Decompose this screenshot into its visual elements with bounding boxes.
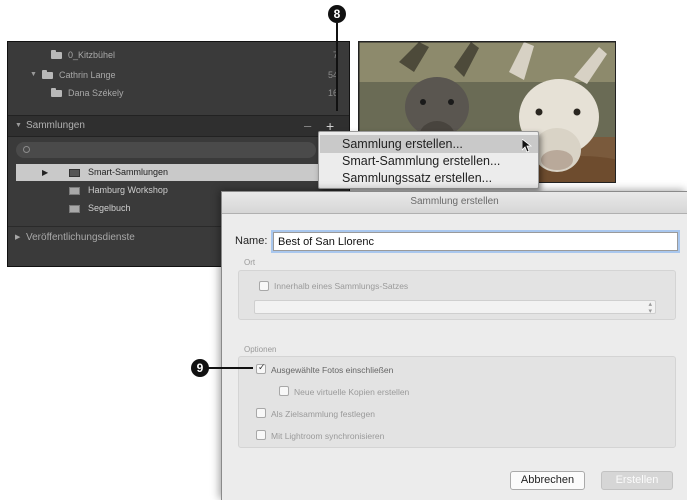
name-label: Name:: [235, 235, 268, 247]
create-button[interactable]: Erstellen: [601, 471, 673, 490]
inside-set-checkbox[interactable]: [259, 281, 269, 291]
folder-name: 0_Kitzbühel: [68, 50, 116, 60]
menu-item-create-smart-collection[interactable]: Smart-Sammlung erstellen...: [320, 152, 538, 170]
folder-row[interactable]: ▼ Cathrin Lange 54: [8, 66, 349, 84]
menu-item-create-collection[interactable]: Sammlung erstellen...: [320, 135, 538, 153]
include-selected-photos-checkbox[interactable]: [256, 362, 266, 374]
folder-icon: [42, 70, 53, 79]
dialog-title: Sammlung erstellen: [410, 196, 499, 207]
sync-lightroom-checkbox[interactable]: [256, 430, 266, 440]
collections-section-header[interactable]: ▼ Sammlungen – +: [8, 115, 349, 137]
collection-name-input[interactable]: [271, 230, 680, 253]
dialog-titlebar[interactable]: Sammlung erstellen: [222, 192, 687, 214]
include-selected-photos-label: Ausgewählte Fotos einschließen: [271, 365, 394, 375]
folder-icon: [51, 88, 62, 97]
folder-name: Dana Székely: [68, 88, 124, 98]
folder-name: Cathrin Lange: [59, 70, 116, 80]
folder-row[interactable]: 0_Kitzbühel 7: [8, 46, 349, 64]
set-as-target-label: Als Zielsammlung festlegen: [271, 409, 375, 419]
folder-row[interactable]: Dana Székely 16: [8, 84, 349, 102]
collection-item-smart[interactable]: ▶ Smart-Sammlungen: [16, 164, 346, 181]
collections-header-label: Sammlungen: [26, 120, 85, 131]
select-arrows-icon: ▴ ▾: [648, 301, 652, 315]
options-group-label: Optionen: [244, 345, 277, 354]
menu-item-create-collection-set[interactable]: Sammlungssatz erstellen...: [320, 169, 538, 187]
expand-triangle-icon[interactable]: ▶: [42, 164, 48, 181]
cancel-button[interactable]: Abbrechen: [510, 471, 585, 490]
collection-name: Hamburg Workshop: [88, 185, 168, 195]
collection-filter-input[interactable]: [16, 142, 316, 158]
new-virtual-copies-label: Neue virtuelle Kopien erstellen: [294, 387, 410, 397]
folder-icon: [51, 50, 62, 59]
collapse-triangle-icon[interactable]: ▼: [15, 116, 22, 136]
smart-collection-icon: [69, 169, 80, 177]
new-virtual-copies-checkbox[interactable]: [279, 386, 289, 396]
callout-8-leader-line: [336, 23, 338, 111]
search-icon: [23, 146, 30, 153]
create-collection-dialog: Sammlung erstellen Name: Ort Innerhalb e…: [221, 191, 687, 500]
inside-set-label: Innerhalb eines Sammlungs-Satzes: [274, 281, 409, 291]
collection-set-select[interactable]: ▴ ▾: [254, 300, 656, 315]
collection-icon: [69, 205, 80, 213]
set-as-target-checkbox[interactable]: [256, 408, 266, 418]
expand-triangle-icon[interactable]: ▼: [30, 66, 37, 84]
collection-name: Smart-Sammlungen: [88, 167, 169, 177]
remove-collection-button[interactable]: –: [304, 116, 311, 136]
expand-triangle-icon[interactable]: ▶: [15, 227, 20, 249]
add-collection-context-menu: Sammlung erstellen... Smart-Sammlung ers…: [318, 131, 539, 189]
collection-name: Segelbuch: [88, 203, 131, 213]
callout-9-leader-line: [208, 367, 253, 369]
location-group-label: Ort: [244, 258, 256, 267]
publish-services-label: Veröffentlichungsdienste: [26, 232, 135, 243]
collection-icon: [69, 187, 80, 195]
sync-lightroom-label: Mit Lightroom synchronisieren: [271, 431, 385, 441]
callout-8-badge: 8: [328, 5, 346, 23]
callout-9-badge: 9: [191, 359, 209, 377]
